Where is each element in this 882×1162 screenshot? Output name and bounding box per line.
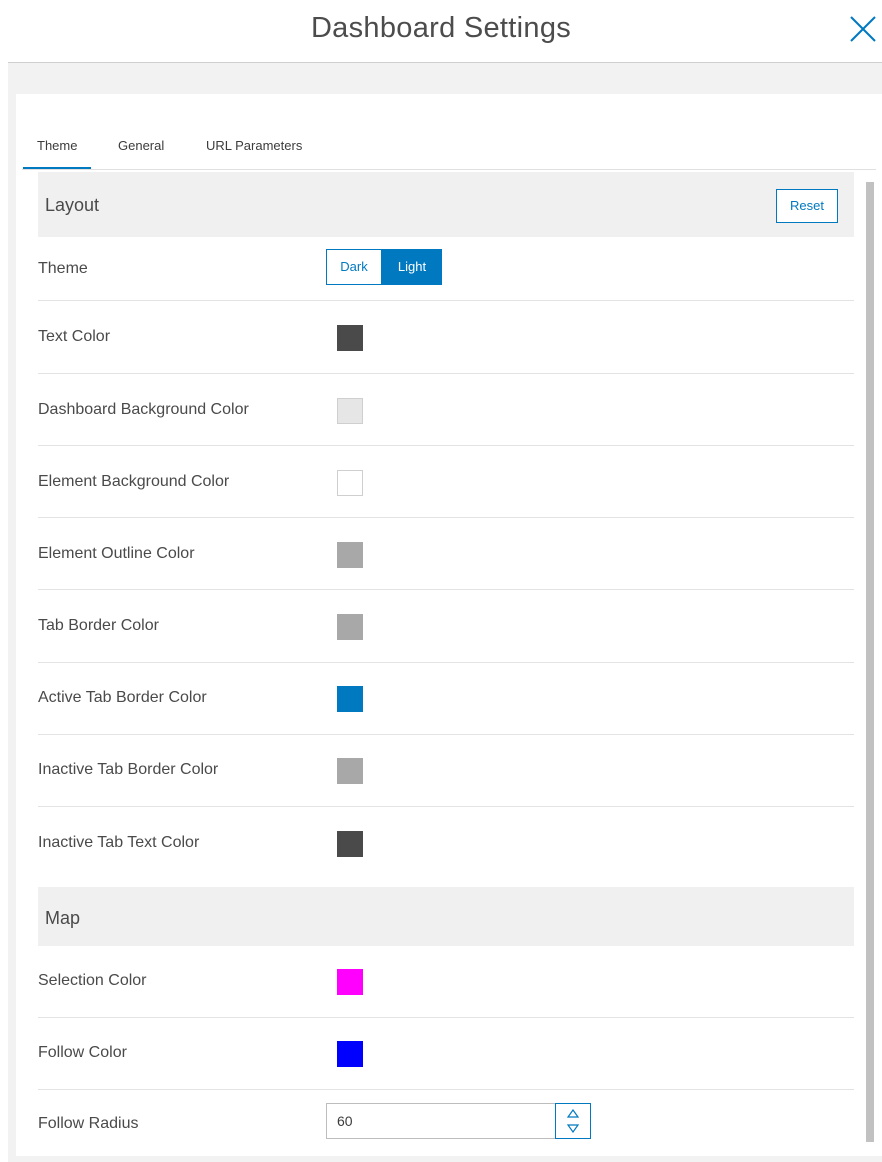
map-section-header: Map: [38, 887, 854, 946]
color-row-label: Follow Color: [38, 1044, 127, 1061]
close-button[interactable]: [846, 12, 880, 46]
theme-dark-button[interactable]: Dark: [326, 249, 382, 285]
theme-row: Theme Dark Light: [38, 237, 854, 301]
tab-general[interactable]: General: [118, 136, 164, 170]
active-tab-border-color-swatch[interactable]: [337, 686, 363, 712]
text-color-row: Text Color: [38, 301, 854, 374]
dashboard-background-color-swatch[interactable]: [337, 398, 363, 424]
section-title-layout: Layout: [45, 195, 100, 215]
inactive-tab-border-color-swatch[interactable]: [337, 758, 363, 784]
element-outline-color-row: Element Outline Color: [38, 518, 854, 590]
color-row-label: Dashboard Background Color: [38, 401, 249, 418]
follow-color-row: Follow Color: [38, 1018, 854, 1090]
color-row-label: Element Outline Color: [38, 545, 195, 562]
dialog-header: Dashboard Settings: [0, 0, 882, 62]
color-row-label: Element Background Color: [38, 473, 230, 490]
follow-radius-stepper[interactable]: [555, 1103, 591, 1139]
tab-theme[interactable]: Theme: [22, 136, 93, 170]
color-row-label: Selection Color: [38, 972, 147, 989]
color-row-label: Inactive Tab Border Color: [38, 761, 219, 778]
element-background-color-swatch[interactable]: [337, 470, 363, 496]
tab-bar: Theme General URL Parameters: [16, 134, 866, 170]
selection-color-swatch[interactable]: [337, 969, 363, 995]
section-title-map: Map: [45, 908, 81, 928]
theme-light-button[interactable]: Light: [382, 249, 442, 285]
selection-color-row: Selection Color: [38, 946, 854, 1018]
tab-border-color-row: Tab Border Color: [38, 590, 854, 663]
triangle-down-icon[interactable]: [567, 1124, 579, 1133]
element-background-color-row: Element Background Color: [38, 446, 854, 518]
color-row-label: Tab Border Color: [38, 617, 159, 634]
color-row-label: Text Color: [38, 328, 111, 345]
tab-divider: [22, 169, 876, 170]
text-color-swatch[interactable]: [337, 325, 363, 351]
dialog-title: Dashboard Settings: [310, 12, 572, 44]
triangle-up-icon[interactable]: [567, 1109, 579, 1118]
follow-radius-input[interactable]: 60: [326, 1103, 590, 1139]
follow-color-swatch[interactable]: [337, 1041, 363, 1067]
element-outline-color-swatch[interactable]: [337, 542, 363, 568]
layout-section-header: Layout Reset: [38, 172, 854, 237]
color-row-label: Inactive Tab Text Color: [38, 834, 200, 851]
follow-radius-label: Follow Radius: [38, 1115, 139, 1132]
inactive-tab-text-color-swatch[interactable]: [337, 831, 363, 857]
close-icon: [850, 16, 876, 42]
tab-border-color-swatch[interactable]: [337, 614, 363, 640]
dashboard-background-color-row: Dashboard Background Color: [38, 374, 854, 446]
tab-url-parameters[interactable]: URL Parameters: [206, 136, 302, 170]
reset-button[interactable]: Reset: [776, 189, 838, 223]
panel-scrollbar[interactable]: [866, 182, 874, 1142]
color-row-label: Active Tab Border Color: [38, 689, 207, 706]
active-tab-border-color-row: Active Tab Border Color: [38, 663, 854, 735]
inactive-tab-border-color-row: Inactive Tab Border Color: [38, 735, 854, 807]
theme-label: Theme: [38, 260, 88, 277]
inactive-tab-text-color-row: Inactive Tab Text Color: [38, 807, 854, 887]
follow-radius-row: Follow Radius 60: [38, 1090, 854, 1156]
theme-toggle: Dark Light: [326, 249, 442, 285]
